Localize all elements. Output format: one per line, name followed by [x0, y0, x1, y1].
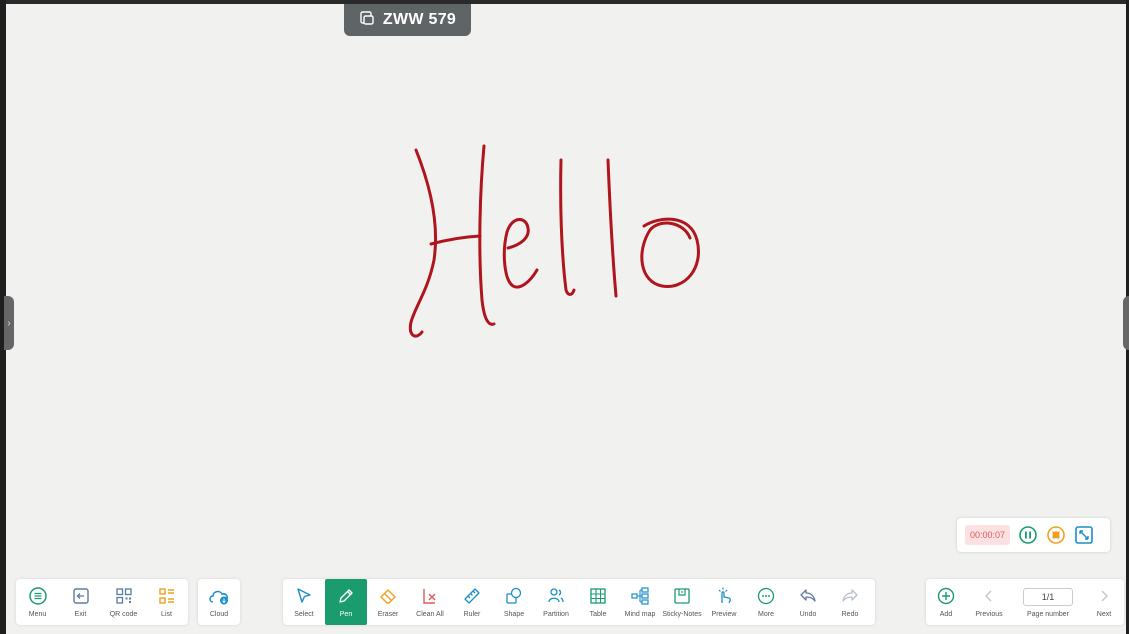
chevron-right-icon	[1093, 585, 1115, 607]
eraser-tool[interactable]: Eraser	[367, 579, 409, 625]
sticky-notes-icon	[671, 585, 693, 607]
ruler-icon	[461, 585, 483, 607]
pen-label: Pen	[339, 611, 353, 618]
stroke-e	[502, 218, 539, 289]
previous-label: Previous	[975, 611, 1003, 618]
stroke-o	[640, 217, 700, 288]
mind-map-tool[interactable]: Mind map	[619, 579, 661, 625]
table-tool[interactable]: Table	[577, 579, 619, 625]
add-label: Add	[939, 611, 953, 618]
next-page-button[interactable]: Next	[1084, 579, 1124, 625]
mind-map-icon	[629, 585, 651, 607]
redo-button[interactable]: Redo	[829, 579, 871, 625]
undo-label: Undo	[799, 611, 817, 618]
select-icon	[293, 585, 315, 607]
more-icon	[755, 585, 777, 607]
menu-icon	[27, 585, 49, 607]
page-number-value[interactable]: 1/1	[1023, 588, 1073, 606]
mind-map-label: Mind map	[624, 611, 656, 618]
pause-icon	[1019, 526, 1037, 544]
left-toolbar: Menu Exit QR code List	[16, 579, 188, 625]
list-label: List	[161, 611, 172, 618]
recording-timer-panel: 00:00:07	[957, 518, 1110, 552]
menu-label: Menu	[28, 611, 47, 618]
page-number-control[interactable]: 1/1 Page number	[1012, 579, 1084, 625]
exit-icon	[70, 585, 92, 607]
clean-all-tool[interactable]: Clean All	[409, 579, 451, 625]
page-number-label: Page number	[1026, 611, 1070, 618]
partition-label: Partition	[543, 611, 569, 618]
page-number-box-wrap: 1/1	[1023, 585, 1073, 607]
preview-tool[interactable]: Preview	[703, 579, 745, 625]
expand-button[interactable]	[1074, 525, 1094, 545]
clean-all-icon	[419, 585, 441, 607]
cloud-panel: Cloud	[198, 579, 240, 625]
page-toolbar: Add Previous 1/1 Page number Next	[926, 579, 1124, 625]
previous-page-button[interactable]: Previous	[966, 579, 1012, 625]
timer-display: 00:00:07	[965, 525, 1011, 545]
stroke-h-right	[478, 144, 496, 326]
add-icon	[935, 585, 957, 607]
exit-label: Exit	[74, 611, 87, 618]
undo-button[interactable]: Undo	[787, 579, 829, 625]
pen-icon	[335, 585, 357, 607]
handwriting-strokes	[408, 144, 700, 338]
expand-icon	[1075, 526, 1093, 544]
cloud-label: Cloud	[209, 611, 229, 618]
eraser-label: Eraser	[377, 611, 399, 618]
partition-tool[interactable]: Partition	[535, 579, 577, 625]
stroke-l1	[559, 158, 576, 296]
next-label: Next	[1096, 611, 1112, 618]
exit-button[interactable]: Exit	[59, 579, 102, 625]
sticky-notes-tool[interactable]: Sticky-Notes	[661, 579, 703, 625]
table-label: Table	[589, 611, 607, 618]
qr-code-label: QR code	[109, 611, 138, 618]
ruler-tool[interactable]: Ruler	[451, 579, 493, 625]
preview-label: Preview	[711, 611, 737, 618]
shape-tool[interactable]: Shape	[493, 579, 535, 625]
add-page-button[interactable]: Add	[926, 579, 966, 625]
list-button[interactable]: List	[145, 579, 188, 625]
chevron-left-icon	[978, 585, 1000, 607]
shape-icon	[503, 585, 525, 607]
eraser-icon	[377, 585, 399, 607]
sticky-notes-label: Sticky-Notes	[662, 611, 702, 618]
more-tool[interactable]: More	[745, 579, 787, 625]
list-icon	[156, 585, 178, 607]
cloud-icon	[208, 585, 230, 607]
undo-icon	[797, 585, 819, 607]
main-toolbar: Select Pen Eraser Clean All Ruler Shape	[283, 579, 875, 625]
redo-icon	[839, 585, 861, 607]
redo-label: Redo	[841, 611, 859, 618]
select-tool[interactable]: Select	[283, 579, 325, 625]
partition-icon	[545, 585, 567, 607]
preview-icon	[713, 585, 735, 607]
select-label: Select	[294, 611, 314, 618]
ruler-label: Ruler	[463, 611, 481, 618]
stroke-l2	[606, 158, 618, 298]
qr-code-icon	[113, 585, 135, 607]
clean-all-label: Clean All	[416, 611, 444, 618]
pen-tool[interactable]: Pen	[325, 579, 367, 625]
pause-button[interactable]	[1018, 525, 1038, 545]
table-icon	[587, 585, 609, 607]
stop-icon	[1047, 526, 1065, 544]
shape-label: Shape	[503, 611, 525, 618]
qr-code-button[interactable]: QR code	[102, 579, 145, 625]
more-label: More	[758, 611, 774, 618]
menu-button[interactable]: Menu	[16, 579, 59, 625]
stroke-h-bar	[429, 234, 482, 246]
cloud-button[interactable]: Cloud	[198, 579, 240, 625]
stop-button[interactable]	[1046, 525, 1066, 545]
